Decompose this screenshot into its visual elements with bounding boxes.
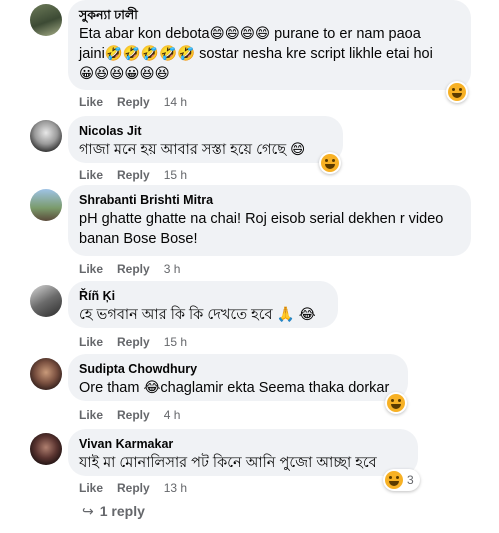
avatar[interactable] xyxy=(30,358,62,390)
avatar[interactable] xyxy=(30,4,62,36)
comment-actions: Like Reply 15 h xyxy=(79,168,201,182)
comment-bubble: Shrabanti Brishti Mitra pH ghatte ghatte… xyxy=(68,185,471,256)
comment-timestamp[interactable]: 13 h xyxy=(164,481,187,495)
avatar[interactable] xyxy=(30,285,62,317)
comment-author[interactable]: Vivan Karmakar xyxy=(79,436,406,452)
replies-label: 1 reply xyxy=(99,503,145,519)
like-button[interactable]: Like xyxy=(79,481,103,495)
avatar[interactable] xyxy=(30,433,62,465)
like-button[interactable]: Like xyxy=(79,335,103,349)
haha-reaction-icon[interactable] xyxy=(446,81,468,103)
comment-text-line: Ore tham 😂chaglamir ekta Seema thaka dor… xyxy=(79,380,390,396)
like-button[interactable]: Like xyxy=(79,408,103,422)
reply-button[interactable]: Reply xyxy=(117,481,150,495)
comment-author[interactable]: Sudipta Chowdhury xyxy=(79,361,396,377)
comment-timestamp[interactable]: 3 h xyxy=(164,262,181,276)
comment-actions: Like Reply 13 h xyxy=(79,481,201,495)
like-button[interactable]: Like xyxy=(79,95,103,109)
comment-bubble: Vivan Karmakar যাই মা মোনালিসার পট কিনে … xyxy=(68,429,418,476)
like-button[interactable]: Like xyxy=(79,262,103,276)
haha-reaction-icon xyxy=(385,471,403,489)
comment-timestamp[interactable]: 4 h xyxy=(164,408,181,422)
comment-text-line: pH ghatte ghatte na chai! Roj eisob seri… xyxy=(79,211,444,227)
reaction-summary[interactable]: 3 xyxy=(383,469,420,491)
reply-arrow-icon: ↪ xyxy=(82,504,94,520)
reply-button[interactable]: Reply xyxy=(117,335,150,349)
comment-timestamp[interactable]: 15 h xyxy=(164,168,187,182)
comment-actions: Like Reply 3 h xyxy=(79,262,194,276)
comment-text: গাজা মনে হয় আবার সস্তা হয়ে গেছে 😄 xyxy=(79,140,331,160)
comment-text-line: jaini🤣🤣🤣🤣🤣 sostar nesha kre script likhl… xyxy=(79,46,433,62)
comment-author[interactable]: Nicolas Jit xyxy=(79,123,331,139)
comment-text: Ore tham 😂chaglamir ekta Seema thaka dor… xyxy=(79,378,396,398)
comment-author[interactable]: Shrabanti Brishti Mitra xyxy=(79,192,459,208)
comment-actions: Like Reply 15 h xyxy=(79,335,201,349)
comment-bubble: সুকন্যা ঢালী Eta abar kon debota😄😄😄😄 pur… xyxy=(68,0,471,90)
comment-timestamp[interactable]: 14 h xyxy=(164,95,187,109)
comment-actions: Like Reply 4 h xyxy=(79,408,194,422)
comment-text: হে ভগবান আর কি কি দেখতে হবে 🙏 😂 xyxy=(79,305,326,325)
comment-text-line: Eta abar kon debota😄😄😄😄 purane to er nam… xyxy=(79,26,421,42)
like-button[interactable]: Like xyxy=(79,168,103,182)
comment-actions: Like Reply 14 h xyxy=(79,95,201,109)
reply-button[interactable]: Reply xyxy=(117,408,150,422)
reaction-count: 3 xyxy=(407,473,414,487)
haha-reaction-icon[interactable] xyxy=(319,152,341,174)
comment-author[interactable]: সুকন্যা ঢালী xyxy=(79,7,459,23)
comment-text-line: banan Bose Bose! xyxy=(79,231,198,247)
comment-bubble: Nicolas Jit গাজা মনে হয় আবার সস্তা হয়ে… xyxy=(68,116,343,163)
comment-bubble: Sudipta Chowdhury Ore tham 😂chaglamir ek… xyxy=(68,354,408,401)
view-replies-link[interactable]: ↪ 1 reply xyxy=(82,503,145,520)
reply-button[interactable]: Reply xyxy=(117,168,150,182)
comment-text-line: যাই মা মোনালিসার পট কিনে আনি পুজো আচ্ছা … xyxy=(79,455,377,471)
comment-author[interactable]: Říñ Ķi xyxy=(79,288,326,304)
comment-text-line: হে ভগবান আর কি কি দেখতে হবে 🙏 😂 xyxy=(79,307,316,323)
comment-text: যাই মা মোনালিসার পট কিনে আনি পুজো আচ্ছা … xyxy=(79,453,406,473)
comment-text: pH ghatte ghatte na chai! Roj eisob seri… xyxy=(79,209,459,249)
haha-reaction-icon[interactable] xyxy=(385,392,407,414)
reply-button[interactable]: Reply xyxy=(117,95,150,109)
comment-text: Eta abar kon debota😄😄😄😄 purane to er nam… xyxy=(79,24,459,84)
comment-timestamp[interactable]: 15 h xyxy=(164,335,187,349)
avatar[interactable] xyxy=(30,189,62,221)
reply-button[interactable]: Reply xyxy=(117,262,150,276)
avatar[interactable] xyxy=(30,120,62,152)
comment-bubble: Říñ Ķi হে ভগবান আর কি কি দেখতে হবে 🙏 😂 xyxy=(68,281,338,328)
comment-text-line: 😀😆😆😀😆😆 xyxy=(79,66,170,82)
comment-text-line: গাজা মনে হয় আবার সস্তা হয়ে গেছে 😄 xyxy=(79,142,306,158)
